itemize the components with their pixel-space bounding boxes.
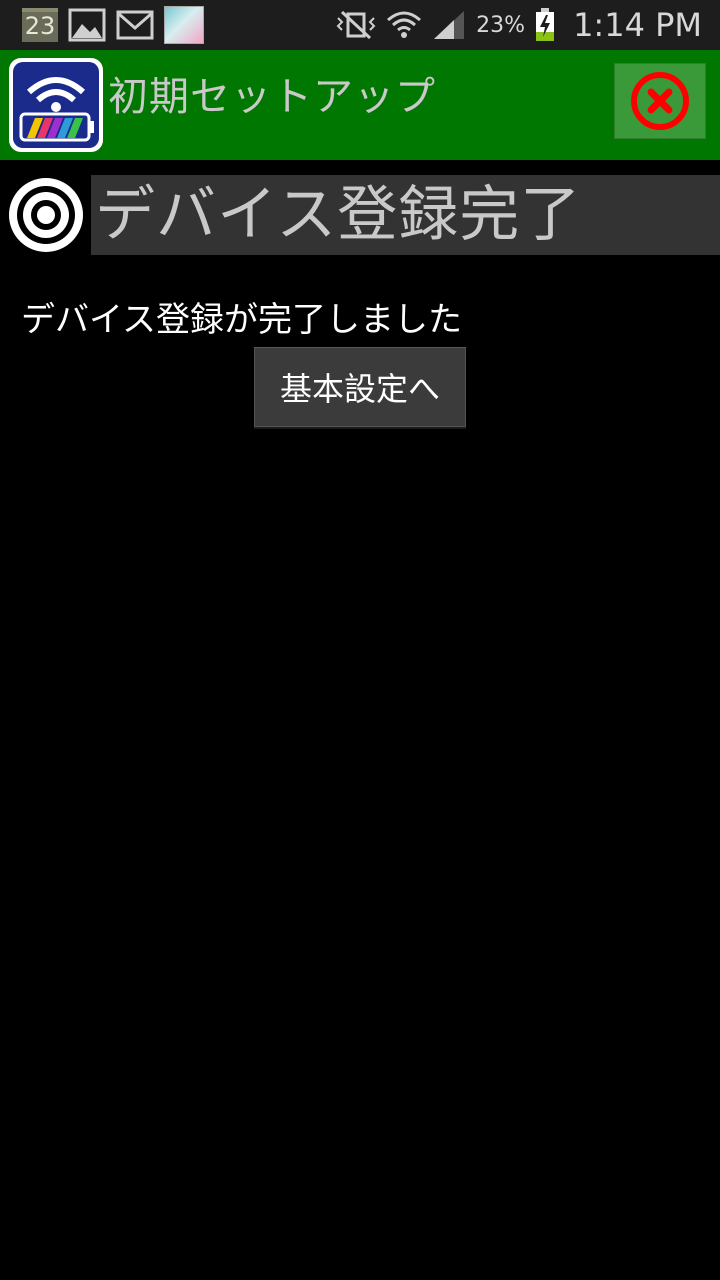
close-icon xyxy=(631,72,689,130)
close-button[interactable] xyxy=(614,63,706,139)
gmail-icon xyxy=(116,10,154,40)
basic-settings-button[interactable]: 基本設定へ xyxy=(254,347,466,427)
wifi-icon xyxy=(387,11,422,38)
mute-vibrate-icon xyxy=(336,10,376,40)
signal-icon xyxy=(434,11,465,39)
target-icon xyxy=(9,178,83,252)
section-title: デバイス登録完了 xyxy=(95,180,582,250)
app-logo-icon xyxy=(9,58,103,152)
clock: 1:14 PM xyxy=(573,6,702,44)
system-icons: 23% 1:14 PM xyxy=(336,4,702,46)
app-header: 初期セットアップ xyxy=(0,50,720,160)
calendar-icon: 23 xyxy=(22,8,58,42)
completion-message: デバイス登録が完了しました xyxy=(21,300,462,340)
section-heading: デバイス登録完了 xyxy=(91,175,720,255)
battery-percent: 23% xyxy=(476,12,526,38)
app-thumbnail-icon xyxy=(164,6,204,44)
notification-icons: 23 xyxy=(22,6,204,44)
gallery-icon xyxy=(68,8,106,42)
screen: 23 23% 1:14 PM 初期セットアップ デバイス登録完了 デバイス登録が… xyxy=(0,0,720,1280)
calendar-day: 23 xyxy=(24,12,56,40)
battery-charging-icon xyxy=(536,8,555,41)
status-bar: 23 23% 1:14 PM xyxy=(0,0,720,50)
app-title: 初期セットアップ xyxy=(108,74,436,120)
